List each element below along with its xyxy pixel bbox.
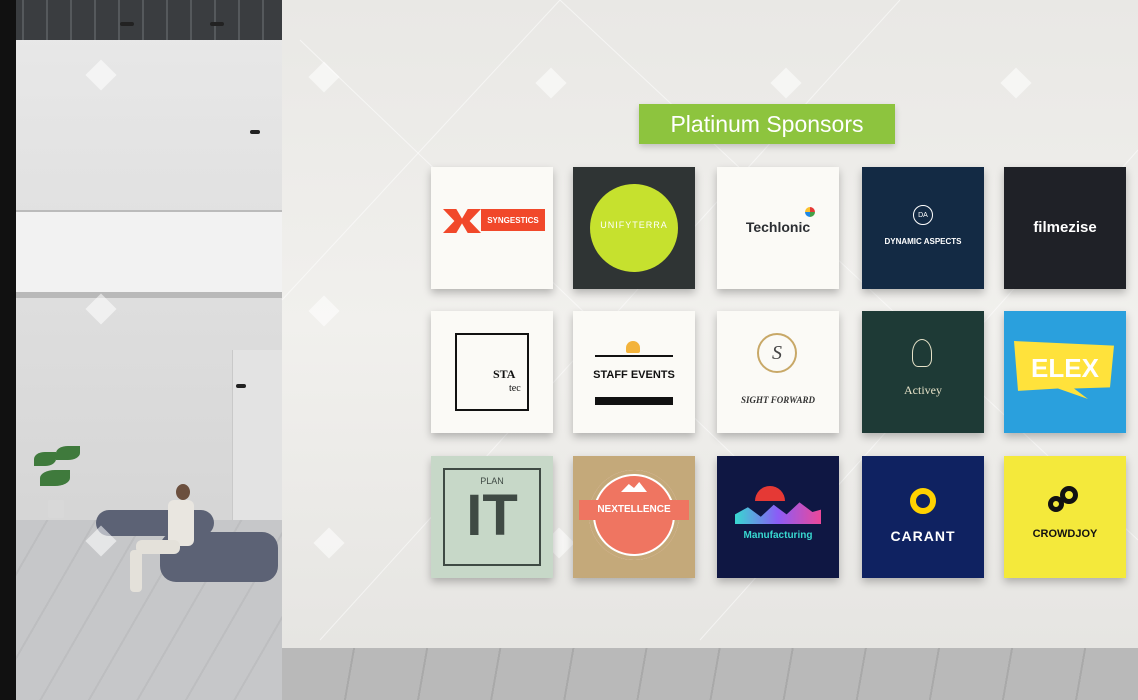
sponsor-tile-statec[interactable]: STA tec <box>431 311 553 433</box>
tagline-bar <box>595 397 673 405</box>
wave-icon <box>735 502 821 524</box>
syngestics-logo-icon <box>443 209 481 233</box>
monogram-s-icon: S <box>757 333 797 373</box>
platinum-sponsors-banner: Platinum Sponsors <box>639 104 895 144</box>
sponsor-tile-activey[interactable]: Activey <box>862 311 984 433</box>
sponsor-name: SYNGESTICS <box>481 209 545 231</box>
sponsor-tile-dynamic-aspects[interactable]: DA DYNAMIC ASPECTS <box>862 167 984 289</box>
sponsor-name: CARANT <box>890 528 956 544</box>
sponsor-subname: IT <box>466 483 518 548</box>
sponsor-tile-sight-forward[interactable]: S SIGHT FORWARD <box>717 311 839 433</box>
sponsor-name: Techlonic <box>745 219 811 235</box>
sponsor-tile-carant[interactable]: CARANT <box>862 456 984 578</box>
sponsor-tile-filmezise[interactable]: filmezise <box>1004 167 1126 289</box>
ring-icon <box>910 488 936 514</box>
sponsor-name: NEXTELLENCE <box>597 504 671 515</box>
sponsor-name: CROWDJOY <box>1032 528 1098 540</box>
sponsor-tile-unifyterra[interactable]: UNIFYTERRA <box>573 167 695 289</box>
sponsor-tile-techlonic[interactable]: Techlonic <box>717 167 839 289</box>
sponsor-tile-manufacturing[interactable]: Manufacturing <box>717 456 839 578</box>
monogram-badge-icon: DA <box>913 205 933 225</box>
sponsor-tile-elex[interactable]: ELEX <box>1004 311 1126 433</box>
sponsor-tile-staff-events[interactable]: STAFF EVENTS <box>573 311 695 433</box>
sponsor-name: filmezise <box>1033 219 1097 236</box>
sponsor-name: DYNAMIC ASPECTS <box>884 237 962 246</box>
sponsor-tile-crowdjoy[interactable]: CROWDJOY <box>1004 456 1126 578</box>
sponsor-name: SIGHT FORWARD <box>741 395 815 405</box>
divider-line <box>595 355 673 357</box>
sunset-icon <box>755 486 785 501</box>
sponsor-tile-syngestics[interactable]: SYNGESTICS <box>431 167 553 289</box>
virtual-booth-scene: Platinum Sponsors SYNGESTICS UNIFYTERRA … <box>0 0 1138 700</box>
sponsor-name: ELEX <box>1031 353 1099 383</box>
sponsor-name: Manufacturing <box>743 530 813 541</box>
linked-circles-icon <box>1060 486 1078 504</box>
sponsor-tile-nextellence[interactable]: NEXTELLENCE <box>573 456 695 578</box>
statec-frame <box>455 333 529 411</box>
sponsor-name: Activey <box>904 383 942 397</box>
head-outline-icon <box>912 339 932 367</box>
sponsor-name: STA <box>493 367 516 381</box>
sponsor-subname: tec <box>509 383 521 394</box>
sponsor-name: UNIFYTERRA <box>600 220 668 230</box>
sponsor-name: STAFF EVENTS <box>593 369 675 381</box>
bell-icon <box>626 341 640 353</box>
techlonic-dots-icon <box>805 207 815 217</box>
sponsor-tile-plan-it[interactable]: PLAN IT <box>431 456 553 578</box>
